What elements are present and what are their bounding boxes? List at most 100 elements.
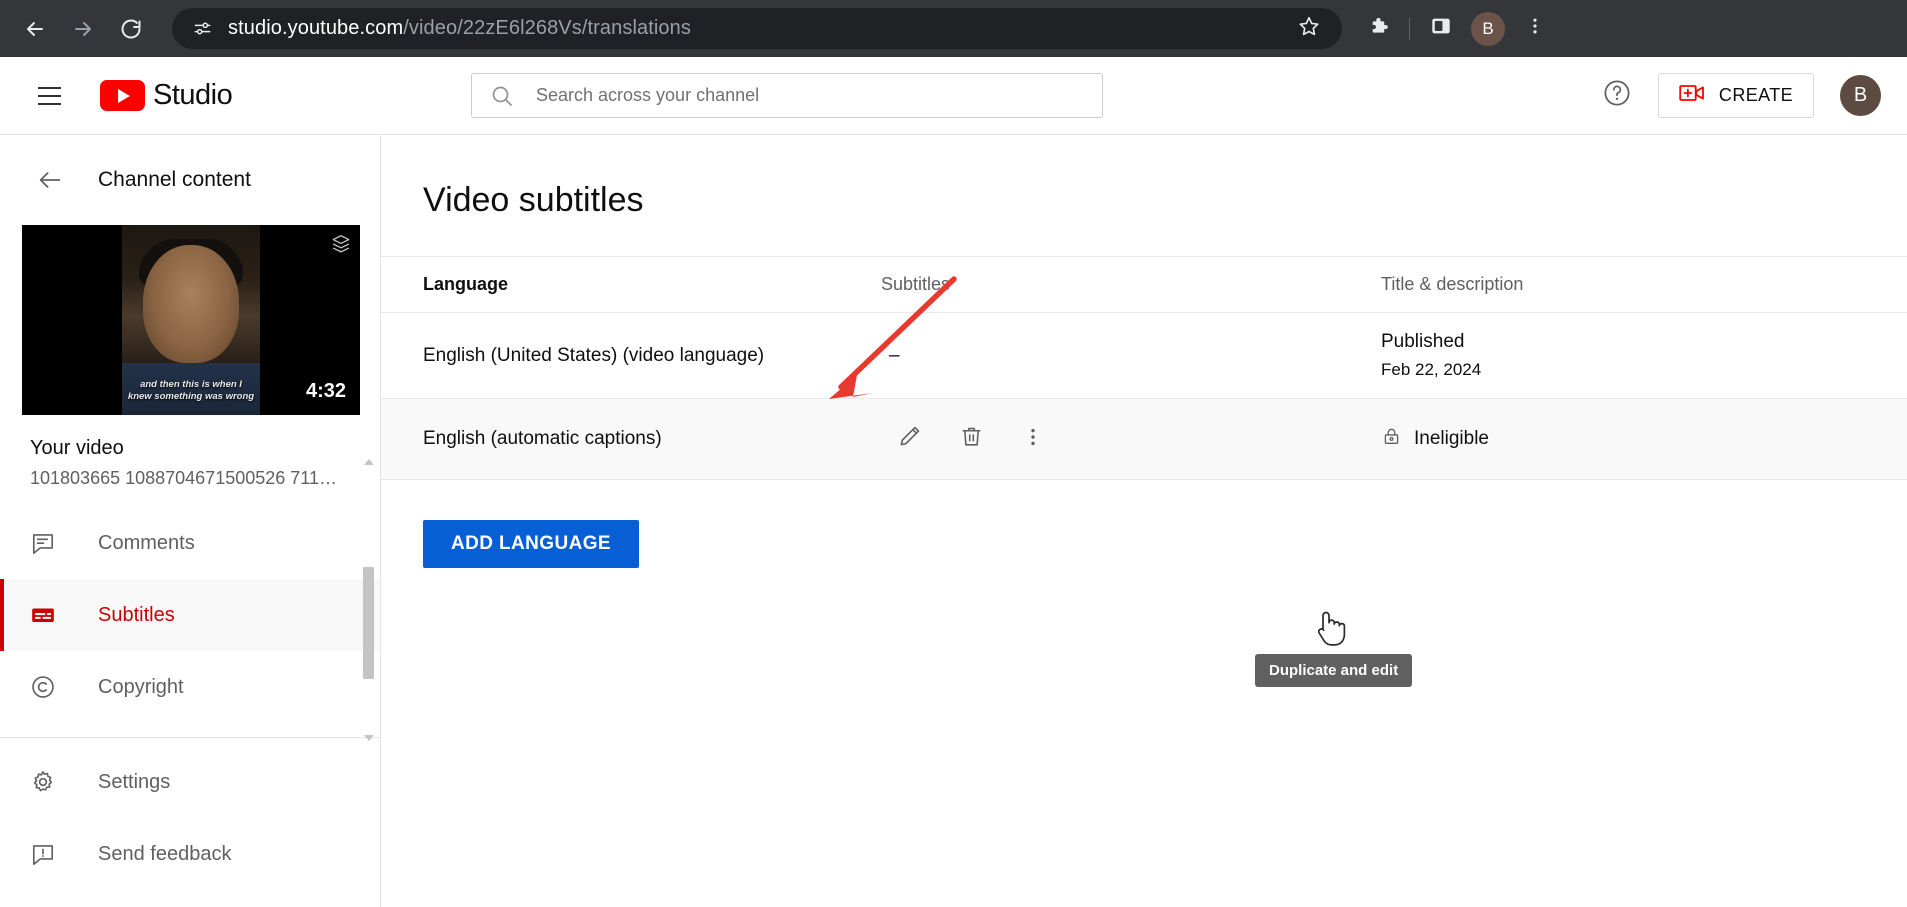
sidebar-item-comments[interactable]: Comments xyxy=(0,507,380,579)
avatar[interactable]: B xyxy=(1840,75,1881,116)
sidebar-item-label: Subtitles xyxy=(98,603,175,626)
sidebar-item-subtitles[interactable]: Subtitles xyxy=(0,579,380,651)
sidebar-item-label: Send feedback xyxy=(98,842,232,865)
row-publish-date: Feb 22, 2024 xyxy=(1381,360,1482,379)
address-bar[interactable]: studio.youtube.com/video/22zE6l268Vs/tra… xyxy=(172,8,1342,49)
sidebar-nav: Comments Subtitles Copyright Settings Se… xyxy=(0,507,380,890)
hamburger-menu-icon[interactable] xyxy=(26,73,72,119)
trash-delete-icon xyxy=(959,424,984,454)
subtitles-icon xyxy=(30,602,66,628)
browser-menu-button[interactable] xyxy=(1513,7,1557,51)
sidebar-scrollbar[interactable] xyxy=(362,457,375,743)
scrollbar-thumb[interactable] xyxy=(363,567,374,679)
video-title: Your video xyxy=(30,437,124,459)
youtube-play-icon xyxy=(100,80,145,111)
star-icon xyxy=(1298,15,1320,42)
row-language: English (automatic captions) xyxy=(423,428,662,449)
extensions-button[interactable] xyxy=(1356,7,1400,51)
mouse-cursor xyxy=(1313,603,1353,654)
reload-icon xyxy=(119,17,143,41)
delete-button[interactable] xyxy=(951,419,991,459)
video-subtitle: 101803665 1088704671500526 711… xyxy=(30,468,337,488)
search-input[interactable] xyxy=(536,85,1084,106)
gear-icon xyxy=(30,769,66,795)
status-badge: Ineligible xyxy=(1381,426,1907,453)
scroll-down-arrow-icon[interactable] xyxy=(364,735,374,741)
send-feedback-icon xyxy=(30,841,66,867)
pencil-edit-icon xyxy=(897,424,922,454)
thumbnail-caption: and then this is when I knew something w… xyxy=(124,379,258,403)
browser-profile-button[interactable]: B xyxy=(1471,11,1505,46)
breadcrumb[interactable]: Channel content xyxy=(0,149,380,211)
column-header-subtitles: Subtitles xyxy=(881,274,951,294)
row-actions xyxy=(881,419,1381,459)
caption-line-1: and then this is when I xyxy=(140,379,242,390)
sidebar: Channel content and then this is when I … xyxy=(0,135,381,907)
tooltip: Duplicate and edit xyxy=(1255,654,1413,687)
site-settings-icon[interactable] xyxy=(188,15,216,43)
side-panel-icon xyxy=(1430,15,1452,42)
reload-button[interactable] xyxy=(110,8,152,50)
studio-wordmark: Studio xyxy=(153,79,233,111)
row-language: English (United States) (video language) xyxy=(423,344,765,366)
sidebar-item-send-feedback[interactable]: Send feedback xyxy=(0,818,380,890)
row-publish-status: Published xyxy=(1381,331,1465,352)
sidebar-divider xyxy=(0,737,380,738)
forward-button[interactable] xyxy=(62,8,104,50)
main-content: Video subtitles Language Subtitles Title… xyxy=(381,135,1907,907)
create-button[interactable]: CREATE xyxy=(1657,73,1814,118)
forward-arrow-icon xyxy=(71,17,95,41)
create-video-icon xyxy=(1679,82,1705,109)
table-header-row: Language Subtitles Title & description xyxy=(381,256,1907,312)
three-dot-menu-icon xyxy=(1022,426,1044,453)
more-options-button[interactable] xyxy=(1013,419,1053,459)
scroll-up-arrow-icon[interactable] xyxy=(364,459,374,465)
comment-icon xyxy=(30,530,66,556)
caption-line-2: knew something was wrong xyxy=(127,391,255,402)
video-meta: Your video 101803665 1088704671500526 71… xyxy=(0,415,380,489)
side-panel-button[interactable] xyxy=(1419,7,1463,51)
sidebar-item-settings[interactable]: Settings xyxy=(0,746,380,818)
table-row[interactable]: English (United States) (video language)… xyxy=(381,312,1907,398)
column-header-language: Language xyxy=(423,274,509,294)
url-path: /video/22zE6l268Vs/translations xyxy=(403,17,691,39)
duplicate-and-edit-button[interactable] xyxy=(889,419,929,459)
status-badge-label: Ineligible xyxy=(1414,428,1489,449)
bookmark-button[interactable] xyxy=(1292,12,1326,46)
search-icon xyxy=(490,84,514,108)
sidebar-item-label: Settings xyxy=(98,770,171,793)
copyright-icon xyxy=(30,674,66,700)
video-duration: 4:32 xyxy=(305,380,346,402)
row-subtitles-status: – xyxy=(889,344,900,366)
search-container xyxy=(471,73,1103,118)
three-dot-menu-icon xyxy=(1525,16,1545,41)
youtube-studio-logo[interactable]: Studio xyxy=(100,79,233,112)
table-row[interactable]: English (automatic captions) Ineligible xyxy=(381,398,1907,480)
sidebar-item-label: Copyright xyxy=(98,675,184,698)
help-question-icon xyxy=(1602,78,1632,113)
column-header-title-description: Title & description xyxy=(1381,274,1524,294)
toolbar-divider xyxy=(1409,17,1410,40)
video-thumbnail[interactable]: and then this is when I knew something w… xyxy=(22,225,360,415)
sidebar-item-copyright[interactable]: Copyright xyxy=(0,651,380,723)
sidebar-item-label: Comments xyxy=(98,531,195,554)
page-title: Video subtitles xyxy=(423,181,644,219)
puzzle-piece-icon xyxy=(1367,15,1389,42)
back-button[interactable] xyxy=(14,8,56,50)
back-arrow-icon[interactable] xyxy=(30,160,70,200)
header-right-actions: CREATE B xyxy=(1594,73,1881,119)
subtitles-table: Language Subtitles Title & description E… xyxy=(381,256,1907,480)
page-body: Channel content and then this is when I … xyxy=(0,135,1907,907)
lock-icon xyxy=(1381,426,1402,453)
help-button[interactable] xyxy=(1594,73,1640,119)
url-text: studio.youtube.com/video/22zE6l268Vs/tra… xyxy=(228,17,691,40)
create-button-label: CREATE xyxy=(1718,85,1793,105)
url-domain: studio.youtube.com xyxy=(228,17,404,39)
studio-header: Studio CREATE B xyxy=(0,57,1907,135)
search-box[interactable] xyxy=(471,73,1103,118)
browser-toolbar: studio.youtube.com/video/22zE6l268Vs/tra… xyxy=(0,0,1907,57)
back-arrow-icon xyxy=(23,17,47,41)
stack-layers-icon xyxy=(330,233,352,260)
add-language-button[interactable]: ADD LANGUAGE xyxy=(423,520,639,568)
channel-content-label: Channel content xyxy=(98,168,251,191)
